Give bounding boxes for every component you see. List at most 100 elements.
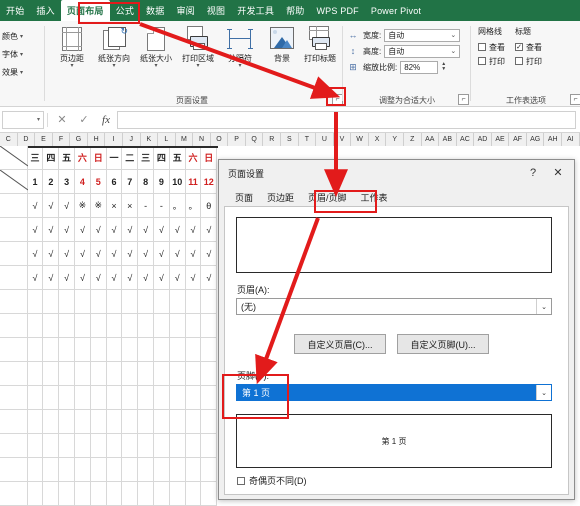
grid-cell[interactable]: √ [75,266,91,290]
column-header-AH[interactable]: AH [544,133,562,146]
grid-cell[interactable] [201,458,217,482]
ribbon-tab-9[interactable]: WPS PDF [310,0,364,21]
grid-cell[interactable] [201,338,217,362]
cancel-edit-icon[interactable]: ✕ [51,113,73,126]
grid-cell[interactable]: √ [186,242,202,266]
odd-even-different-checkbox-row[interactable]: 奇偶页不同(D) [237,474,307,487]
gridlines-print-row[interactable]: 打印 [478,54,505,68]
column-header-U[interactable]: U [316,133,334,146]
grid-cell[interactable] [59,362,75,386]
breaks-button[interactable]: 分隔符 ▾ [218,25,262,85]
grid-cell[interactable] [107,458,123,482]
grid-cell[interactable] [75,314,91,338]
grid-cell[interactable] [75,458,91,482]
grid-cell[interactable]: √ [186,218,202,242]
grid-cell[interactable]: √ [122,218,138,242]
grid-cell[interactable] [201,386,217,410]
grid-cell[interactable] [138,290,154,314]
grid-cell[interactable] [154,458,170,482]
ribbon-tab-6[interactable]: 视图 [201,0,231,21]
grid-cell[interactable]: √ [59,266,75,290]
grid-cell[interactable] [186,290,202,314]
grid-cell[interactable] [91,290,107,314]
grid-cell[interactable] [201,314,217,338]
grid-cell[interactable] [91,338,107,362]
paper-size-button[interactable]: 纸张大小 ▾ [134,25,178,85]
grid-cell[interactable] [28,458,44,482]
grid-cell[interactable] [59,314,75,338]
grid-cell[interactable] [201,482,217,506]
column-header-T[interactable]: T [299,133,317,146]
column-header-O[interactable]: O [211,133,229,146]
grid-cell[interactable] [107,386,123,410]
grid-cell[interactable]: √ [91,218,107,242]
row-label-cell[interactable] [0,194,28,218]
grid-cell[interactable]: √ [107,242,123,266]
help-icon[interactable]: ? [522,164,544,182]
column-header-AD[interactable]: AD [474,133,492,146]
grid-cell[interactable] [59,458,75,482]
grid-cell[interactable]: 四 [43,146,59,170]
grid-cell[interactable]: √ [201,266,217,290]
grid-cell[interactable]: 一 [107,146,123,170]
grid-cell[interactable] [91,458,107,482]
column-header-Q[interactable]: Q [246,133,264,146]
grid-cell[interactable] [201,290,217,314]
grid-cell[interactable]: √ [201,218,217,242]
chevron-down-icon[interactable]: ⌄ [536,385,551,400]
width-select[interactable]: 自动 ⌄ [384,29,460,42]
grid-cell[interactable] [107,362,123,386]
custom-header-button[interactable]: 自定义页眉(C)... [294,334,386,354]
grid-cell[interactable] [107,290,123,314]
grid-cell[interactable] [122,410,138,434]
grid-cell[interactable] [122,362,138,386]
ribbon-tab-5[interactable]: 审阅 [170,0,200,21]
column-header-F[interactable]: F [53,133,71,146]
row-label-cell[interactable] [0,242,28,266]
checkbox-icon[interactable] [515,57,523,65]
grid-cell[interactable] [154,434,170,458]
print-titles-button[interactable]: 打印标题 [298,25,342,85]
grid-cell[interactable]: - [138,194,154,218]
grid-cell[interactable]: √ [122,242,138,266]
grid-cell[interactable] [186,410,202,434]
grid-cell[interactable]: 5 [91,170,107,194]
height-select[interactable]: 自动 ⌄ [384,45,460,58]
grid-cell[interactable] [186,362,202,386]
grid-cell[interactable]: 8 [138,170,154,194]
grid-cell[interactable] [59,410,75,434]
grid-cell[interactable] [59,338,75,362]
checkbox-icon[interactable] [237,477,245,485]
grid-cell[interactable]: √ [154,218,170,242]
chevron-down-icon[interactable]: ⌄ [536,299,551,314]
column-header-S[interactable]: S [281,133,299,146]
grid-cell[interactable]: 日 [91,146,107,170]
grid-cell[interactable]: ※ [91,194,107,218]
grid-cell[interactable] [138,362,154,386]
row-label-cell[interactable] [0,218,28,242]
grid-cell[interactable]: 三 [28,146,44,170]
column-header-AI[interactable]: AI [562,133,580,146]
row-label-cell[interactable] [0,314,28,338]
column-header-AB[interactable]: AB [439,133,457,146]
grid-cell[interactable]: √ [154,242,170,266]
margins-button[interactable]: 页边距 ▾ [50,25,94,85]
row-label-cell[interactable] [0,434,28,458]
grid-cell[interactable] [122,314,138,338]
grid-cell[interactable] [43,290,59,314]
grid-cell[interactable] [75,434,91,458]
grid-cell[interactable] [138,410,154,434]
grid-cell[interactable]: √ [43,218,59,242]
grid-cell[interactable]: θ [201,194,217,218]
grid-cell[interactable] [154,338,170,362]
grid-cell[interactable]: 二 [122,146,138,170]
checkbox-icon[interactable] [478,57,486,65]
column-header-E[interactable]: E [35,133,53,146]
column-header-M[interactable]: M [176,133,194,146]
grid-cell[interactable]: 。 [186,194,202,218]
grid-cell[interactable]: 2 [43,170,59,194]
grid-cell[interactable] [170,362,186,386]
grid-cell[interactable] [59,482,75,506]
grid-cell[interactable] [43,314,59,338]
grid-cell[interactable] [75,410,91,434]
